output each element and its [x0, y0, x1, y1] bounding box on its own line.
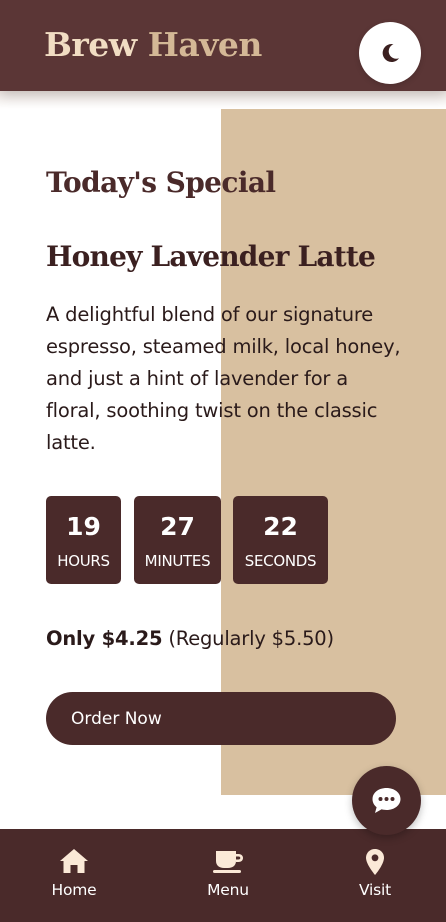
price-line: Only $4.25 (Regularly $5.50)	[46, 624, 334, 654]
coffee-cup-icon	[211, 847, 245, 875]
chat-button[interactable]	[352, 766, 421, 835]
order-now-label: Order Now	[71, 709, 162, 729]
sale-price: Only $4.25	[46, 627, 163, 650]
nav-label-visit: Visit	[358, 881, 392, 899]
countdown-seconds-value: 22	[263, 512, 298, 541]
brand-word-brew: Brew	[44, 25, 137, 64]
countdown-minutes-value: 27	[160, 512, 195, 541]
bottom-navigation: Home Menu Visit	[0, 829, 446, 922]
countdown-hours-value: 19	[66, 512, 101, 541]
brand-logo[interactable]: Brew Haven	[44, 23, 262, 67]
app-header: Brew Haven	[0, 0, 446, 91]
product-name: Honey Lavender Latte	[46, 240, 376, 273]
header-shadow-strip	[0, 91, 446, 109]
nav-item-home[interactable]: Home	[34, 829, 114, 922]
regular-price: (Regularly $5.50)	[168, 627, 334, 650]
countdown-hours: 19 HOURS	[46, 496, 121, 584]
order-now-button[interactable]: Order Now	[46, 692, 396, 745]
theme-toggle-button[interactable]	[359, 22, 421, 84]
brand-word-haven: Haven	[147, 25, 263, 64]
nav-item-visit[interactable]: Visit	[335, 829, 415, 922]
home-icon	[58, 847, 90, 875]
countdown-minutes-label: MINUTES	[144, 552, 211, 570]
moon-icon	[382, 44, 399, 63]
countdown-minutes: 27 MINUTES	[134, 496, 221, 584]
chat-bubble-icon	[372, 788, 401, 813]
nav-label-home: Home	[51, 881, 97, 899]
location-pin-icon	[363, 847, 387, 877]
countdown-seconds: 22 SECONDS	[233, 496, 328, 584]
nav-label-menu: Menu	[207, 881, 249, 899]
countdown-seconds-label: SECONDS	[244, 552, 317, 570]
countdown-hours-label: HOURS	[57, 552, 110, 570]
nav-item-menu[interactable]: Menu	[188, 829, 268, 922]
product-description: A delightful blend of our signature espr…	[46, 303, 401, 454]
section-title: Today's Special	[46, 166, 276, 199]
